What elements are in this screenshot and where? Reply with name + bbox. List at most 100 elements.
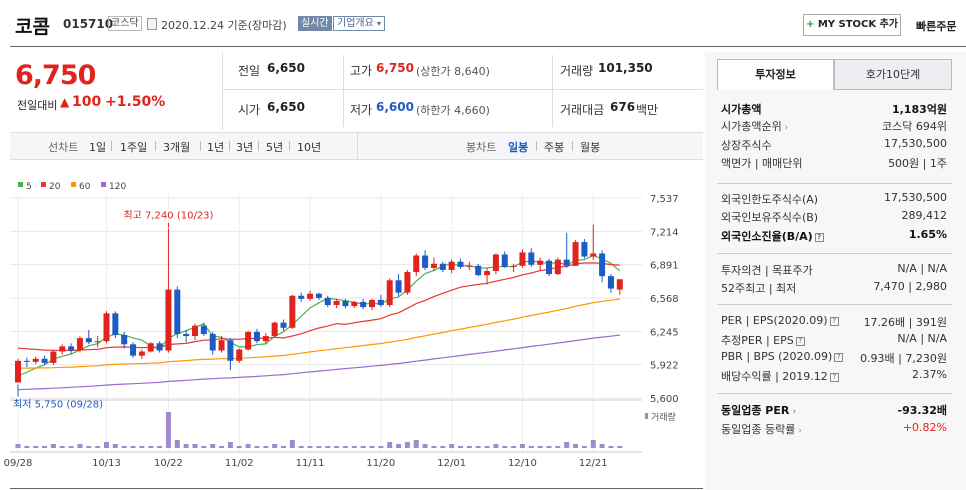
info-label-text: 외국인한도주식수(A) xyxy=(721,193,819,206)
info-label: 투자의견 | 목표주가 xyxy=(721,262,813,278)
stock-name: 코콤 xyxy=(15,16,50,38)
quick-order-link[interactable]: 빠른주문 xyxy=(916,18,956,34)
info-label-text: 상장주식수 xyxy=(721,139,772,152)
candle-monthly[interactable]: 월봉 xyxy=(580,139,600,155)
info-label[interactable]: PBR | BPS (2020.09)? xyxy=(721,350,844,363)
volume-bar xyxy=(263,446,269,448)
period-10y[interactable]: 10년 xyxy=(297,139,321,155)
info-value: 코스닥 694위 xyxy=(882,120,947,133)
candle-body xyxy=(599,253,606,277)
help-icon[interactable]: ? xyxy=(795,336,805,346)
volume-bar xyxy=(537,446,543,448)
volume-bar xyxy=(599,444,605,448)
info-label-text: PER | EPS(2020.09) xyxy=(721,314,828,327)
legend-label: 120 xyxy=(109,182,126,192)
chart-legend: 5 20 60 120 xyxy=(18,182,126,192)
volume-bar xyxy=(511,446,517,448)
period-1w[interactable]: 1주일 xyxy=(120,139,147,155)
candle-body xyxy=(492,254,499,271)
volume-bar xyxy=(86,446,92,448)
volume-bar xyxy=(528,446,534,448)
low-value: 6,600 xyxy=(376,100,414,114)
high-label: 고가 xyxy=(350,64,373,78)
change-percent: +1.50% xyxy=(105,94,166,110)
volume-bar xyxy=(387,442,393,448)
tab-investment-info[interactable]: 투자정보 xyxy=(717,59,834,90)
candle-body xyxy=(218,340,225,351)
y-tick-label: 6,568 xyxy=(650,294,679,305)
help-icon[interactable]: ? xyxy=(829,316,839,326)
candle-body xyxy=(174,289,181,334)
period-sep xyxy=(229,141,230,151)
add-mystock-button[interactable]: + MY STOCK 추가 xyxy=(803,14,901,36)
info-label[interactable]: 추정PER | EPS? xyxy=(721,332,805,348)
info-label[interactable]: 외국인소진율(B/A)? xyxy=(721,228,824,244)
volume-bar xyxy=(546,446,552,448)
volume-bar xyxy=(130,446,136,448)
realtime-button[interactable]: 실시간 xyxy=(298,16,332,31)
candle-body xyxy=(448,261,455,270)
summary-divider xyxy=(343,55,344,127)
help-icon[interactable]: ? xyxy=(814,232,824,242)
line-chart-label: 선차트 xyxy=(48,141,79,154)
candle-body xyxy=(572,242,579,266)
volume-bar xyxy=(396,444,402,448)
base-date: 2020.12.24 기준(장마감) xyxy=(161,19,287,32)
amount-unit: 백만 xyxy=(636,103,659,117)
candle-body xyxy=(581,242,588,257)
period-5y[interactable]: 5년 xyxy=(266,139,283,155)
tab-quote-10[interactable]: 호가10단계 xyxy=(834,59,952,90)
info-label[interactable]: PER | EPS(2020.09)? xyxy=(721,314,839,327)
info-value: -93.32배 xyxy=(897,404,947,417)
volume-bar xyxy=(334,446,340,448)
legend-swatch xyxy=(71,182,76,187)
candle-body xyxy=(324,297,331,306)
ma-line-120 xyxy=(17,334,620,391)
x-tick-label: 11/20 xyxy=(366,458,395,469)
period-3y[interactable]: 3년 xyxy=(236,139,253,155)
volume-bar xyxy=(475,446,481,448)
legend-swatch xyxy=(41,182,46,187)
candle-daily[interactable]: 일봉 xyxy=(508,139,528,155)
legend-label: 20 xyxy=(49,182,61,192)
period-1y[interactable]: 1년 xyxy=(207,139,224,155)
help-icon[interactable]: ? xyxy=(834,352,844,362)
period-1d[interactable]: 1일 xyxy=(89,139,106,155)
volume-bar xyxy=(157,446,163,448)
info-label: 시가총액 xyxy=(721,101,761,117)
period-sep xyxy=(536,141,537,151)
panel-divider xyxy=(717,253,952,254)
info-label-text: 외국인소진율(B/A) xyxy=(721,230,813,243)
volume-bar xyxy=(201,446,207,448)
info-label[interactable]: 시가총액순위 › xyxy=(721,118,788,134)
current-price: 6,750 xyxy=(15,60,96,91)
info-label[interactable]: 배당수익률 | 2019.12? xyxy=(721,368,839,384)
period-sep xyxy=(572,141,573,151)
info-value: 17,530,500 xyxy=(884,137,947,150)
candle-weekly[interactable]: 주봉 xyxy=(544,139,564,155)
candle-body xyxy=(413,255,420,273)
y-tick-label: 5,600 xyxy=(650,394,679,405)
legend-swatch xyxy=(18,182,23,187)
info-label[interactable]: 동일업종 PER › xyxy=(721,402,796,418)
y-tick-label: 6,245 xyxy=(650,327,679,338)
volume-bar xyxy=(281,446,286,448)
info-value: N/A | N/A xyxy=(897,332,947,345)
candle-body xyxy=(23,360,30,362)
candle-body xyxy=(528,252,535,265)
candle-body xyxy=(41,358,48,363)
candle-body xyxy=(484,270,491,276)
volume-bar xyxy=(192,444,198,448)
period-3m[interactable]: 3개월 xyxy=(163,139,190,155)
document-icon xyxy=(147,18,157,30)
candle-body xyxy=(315,293,322,298)
company-overview-button[interactable]: 기업개요 ▾ xyxy=(333,16,386,31)
volume-legend-swatch xyxy=(645,413,648,419)
info-value: N/A | N/A xyxy=(897,262,947,275)
candle-body xyxy=(342,300,349,307)
help-icon[interactable]: ? xyxy=(829,372,839,382)
info-label[interactable]: 동일업종 등락률 › xyxy=(721,421,802,437)
info-value: 1,183억원 xyxy=(891,103,947,116)
prev-close-value: 6,650 xyxy=(267,61,305,75)
volume-bar xyxy=(519,444,525,448)
